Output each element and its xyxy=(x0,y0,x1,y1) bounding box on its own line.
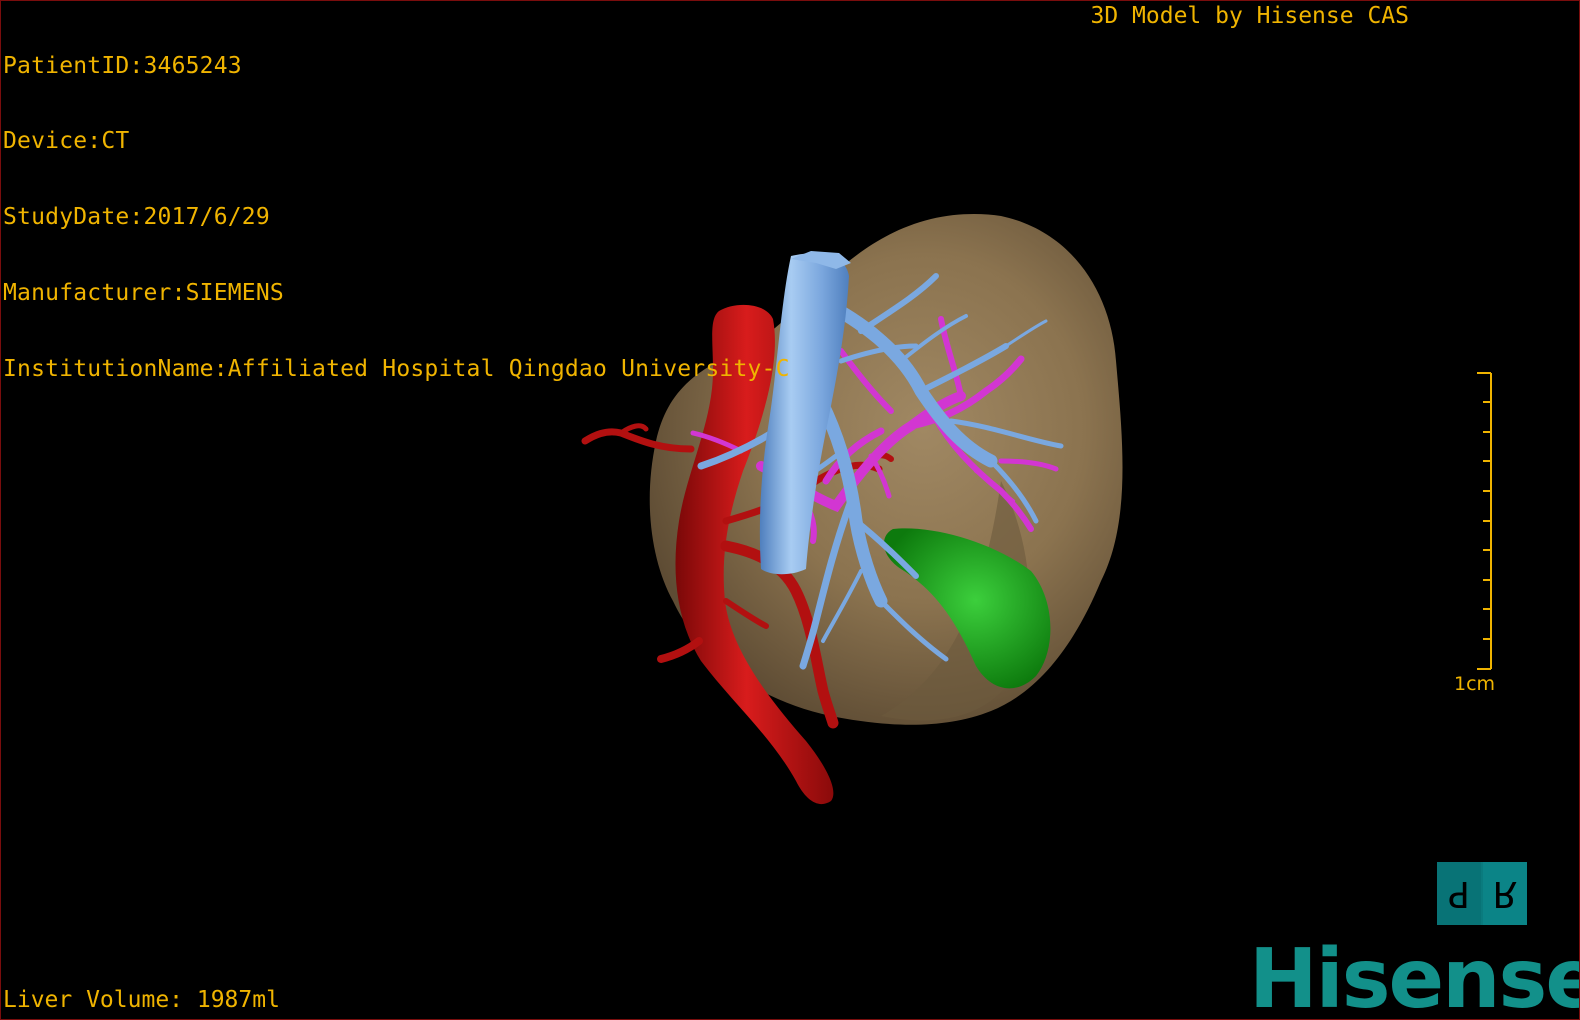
model-credit-text: 3D Model by Hisense CAS xyxy=(1090,3,1410,29)
3d-viewer-viewport[interactable]: PatientID:3465243 Device:CT StudyDate:20… xyxy=(0,0,1580,1020)
orientation-face-posterior[interactable]: P xyxy=(1437,862,1481,925)
device-text: Device:CT xyxy=(3,128,130,155)
patient-id-text: PatientID:3465243 xyxy=(3,52,242,79)
orientation-face-right[interactable]: R xyxy=(1483,862,1527,925)
hisense-logo: Hisense xyxy=(1249,932,1580,1020)
scale-label: 1cm xyxy=(1454,673,1496,695)
patient-info-overlay: PatientID:3465243 Device:CT StudyDate:20… xyxy=(3,3,790,433)
liver-volume-text: Liver Volume: 1987ml xyxy=(3,987,280,1013)
orientation-cube[interactable]: P R xyxy=(1437,862,1527,925)
study-date-text: StudyDate:2017/6/29 xyxy=(3,204,270,231)
manufacturer-text: Manufacturer:SIEMENS xyxy=(3,280,284,307)
institution-name-text: InstitutionName:Affiliated Hospital Qing… xyxy=(3,356,790,383)
scale-bar xyxy=(1477,372,1492,670)
